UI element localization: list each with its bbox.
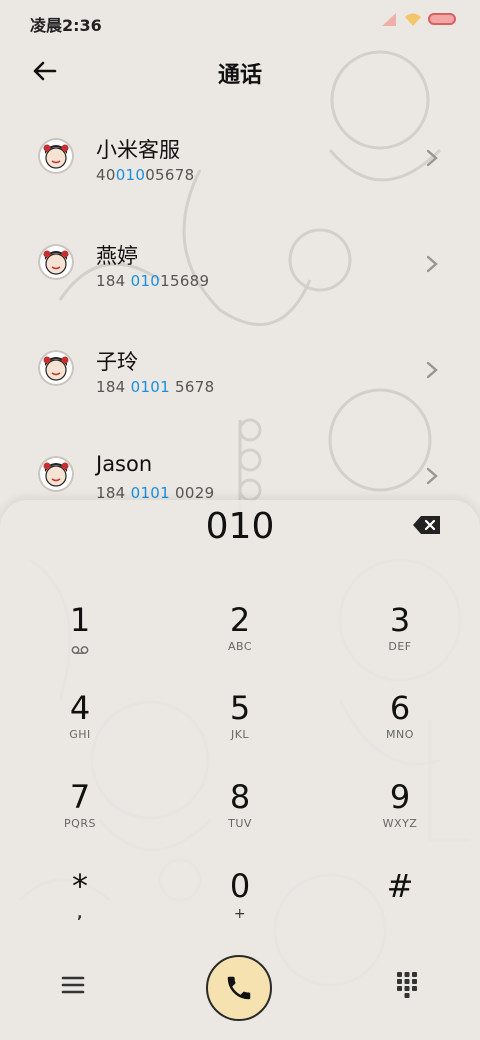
key-letters: MNO <box>386 728 414 741</box>
avatar-image <box>43 462 69 487</box>
key-digit: # <box>386 867 414 905</box>
key-letters: PQRS <box>64 817 96 830</box>
number-suffix: 15689 <box>160 272 210 290</box>
chevron-right-icon[interactable] <box>424 360 440 380</box>
chevron-right-icon[interactable] <box>424 254 440 274</box>
key-digit: 3 <box>389 601 411 639</box>
key-digit: 2 <box>229 601 251 639</box>
key-digit: 9 <box>389 778 411 816</box>
bottom-action-bar <box>0 955 480 1035</box>
contact-number: 184 0101 5678 <box>96 378 214 396</box>
status-time: 凌晨2:36 <box>30 16 102 35</box>
call-button[interactable] <box>206 955 272 1021</box>
contact-row[interactable]: 燕婷 184 01015689 <box>0 216 480 316</box>
key-1[interactable]: 1 <box>10 600 150 680</box>
key-9[interactable]: 9 WXYZ <box>330 777 470 857</box>
status-icons <box>380 12 456 26</box>
wifi-icon <box>405 13 421 26</box>
avatar-image <box>43 144 69 169</box>
chevron-right-icon[interactable] <box>424 148 440 168</box>
avatar <box>38 350 74 386</box>
contact-row[interactable]: 小米客服 4001005678 <box>0 110 480 210</box>
key-3[interactable]: 3 DEF <box>330 600 470 680</box>
key-digit: 6 <box>389 689 411 727</box>
header: 通话 <box>0 44 480 98</box>
key-letters: JKL <box>230 728 250 741</box>
page-title: 通话 <box>217 63 262 88</box>
key-digit: 7 <box>69 778 91 816</box>
avatar <box>38 456 74 492</box>
avatar-image <box>43 356 69 381</box>
key-star[interactable]: * , <box>10 866 150 946</box>
key-0[interactable]: 0 + <box>170 866 310 946</box>
backspace-icon[interactable] <box>412 514 442 536</box>
number-match: 010 <box>115 166 146 184</box>
number-prefix: 40 <box>96 166 116 184</box>
dialed-number[interactable]: 010 <box>0 506 480 547</box>
phone-icon <box>227 976 251 1000</box>
key-letters: ABC <box>227 640 253 653</box>
contact-row[interactable]: 子玲 184 0101 5678 <box>0 322 480 422</box>
contact-name: Jason <box>96 452 153 476</box>
number-suffix: 05678 <box>145 166 195 184</box>
key-digit: 4 <box>69 689 91 727</box>
key-letters: WXYZ <box>382 817 418 830</box>
key-digit: 5 <box>229 689 251 727</box>
contact-name: 子玲 <box>96 350 138 374</box>
key-letters: , <box>77 906 83 922</box>
number-match: 010 <box>130 272 161 290</box>
key-letters: GHI <box>69 728 91 741</box>
hamburger-menu-icon[interactable] <box>60 973 86 997</box>
contact-number: 184 01015689 <box>96 272 209 290</box>
contact-name: 燕婷 <box>96 244 138 268</box>
key-letters: + <box>233 906 247 922</box>
number-prefix: 184 <box>96 272 131 290</box>
key-7[interactable]: 7 PQRS <box>10 777 150 857</box>
key-8[interactable]: 8 TUV <box>170 777 310 857</box>
key-6[interactable]: 6 MNO <box>330 688 470 768</box>
chevron-right-icon[interactable] <box>424 466 440 486</box>
key-letters: TUV <box>228 817 252 830</box>
avatar <box>38 138 74 174</box>
dialpad-icon[interactable] <box>396 971 418 999</box>
key-4[interactable]: 4 GHI <box>10 688 150 768</box>
voicemail-icon <box>71 646 89 654</box>
key-hash[interactable]: # <box>330 866 470 946</box>
number-match: 0101 <box>130 378 170 396</box>
key-digit: 8 <box>229 778 251 816</box>
key-letters: DEF <box>388 640 412 653</box>
number-suffix: 5678 <box>169 378 215 396</box>
status-bar: 凌晨2:36 <box>0 0 480 44</box>
contact-number: 4001005678 <box>96 166 194 184</box>
key-digit: 0 <box>229 867 251 905</box>
key-5[interactable]: 5 JKL <box>170 688 310 768</box>
signal-icon <box>382 13 396 26</box>
key-digit: * <box>72 867 88 905</box>
contact-name: 小米客服 <box>96 138 180 162</box>
avatar-image <box>43 250 69 275</box>
key-digit: 1 <box>69 601 91 639</box>
avatar <box>38 244 74 280</box>
battery-icon <box>428 13 456 25</box>
number-prefix: 184 <box>96 378 131 396</box>
key-2[interactable]: 2 ABC <box>170 600 310 680</box>
